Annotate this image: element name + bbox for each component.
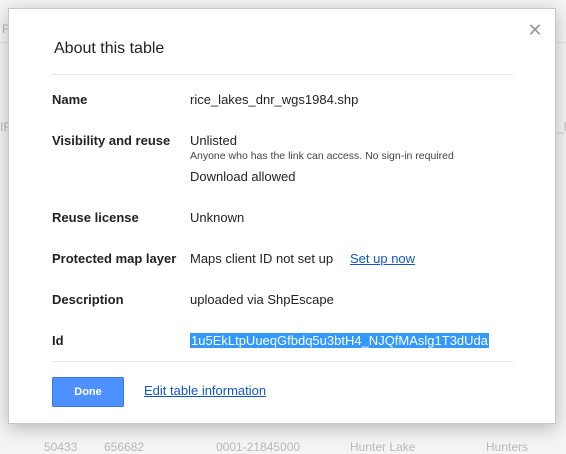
close-icon[interactable]: ✕ xyxy=(526,21,544,39)
name-value: rice_lakes_dnr_wgs1984.shp xyxy=(190,92,359,107)
protected-layer-value: Maps client ID not set up xyxy=(190,251,334,266)
background-cell: Hunter Lake xyxy=(350,440,416,454)
background-cell: 0001-21845000 xyxy=(216,440,301,454)
description-value: uploaded via ShpEscape xyxy=(190,292,334,307)
description-label: Description xyxy=(52,292,124,307)
divider xyxy=(52,361,513,362)
background-cell: 656682 xyxy=(104,440,145,454)
visibility-label: Visibility and reuse xyxy=(52,133,171,148)
protected-layer-label: Protected map layer xyxy=(52,251,177,266)
license-label: Reuse license xyxy=(52,210,139,225)
set-up-now-link[interactable]: Set up now xyxy=(350,251,415,266)
id-value[interactable]: 1u5EkLtpUueqGfbdq5u3btH4_NJQfMAslg1T3dUd… xyxy=(190,333,490,348)
download-status: Download allowed xyxy=(190,169,296,184)
divider xyxy=(52,74,513,75)
about-table-dialog: About this table ✕ Name rice_lakes_dnr_w… xyxy=(8,8,556,424)
id-label: Id xyxy=(52,333,64,348)
license-value: Unknown xyxy=(190,210,245,225)
id-selected-text[interactable]: 1u5EkLtpUueqGfbdq5u3btH4_NJQfMAslg1T3dUd… xyxy=(190,333,490,348)
edit-table-information-link[interactable]: Edit table information xyxy=(144,383,266,398)
background-cell: Hunters xyxy=(486,440,529,454)
done-button[interactable]: Done xyxy=(52,377,124,407)
background-cell: 50433 xyxy=(44,440,78,454)
dialog-title: About this table xyxy=(54,40,165,57)
visibility-note: Anyone who has the link can access. No s… xyxy=(190,150,454,162)
visibility-value: Unlisted xyxy=(190,133,237,148)
name-label: Name xyxy=(52,92,88,107)
background-text: _N xyxy=(557,120,566,134)
